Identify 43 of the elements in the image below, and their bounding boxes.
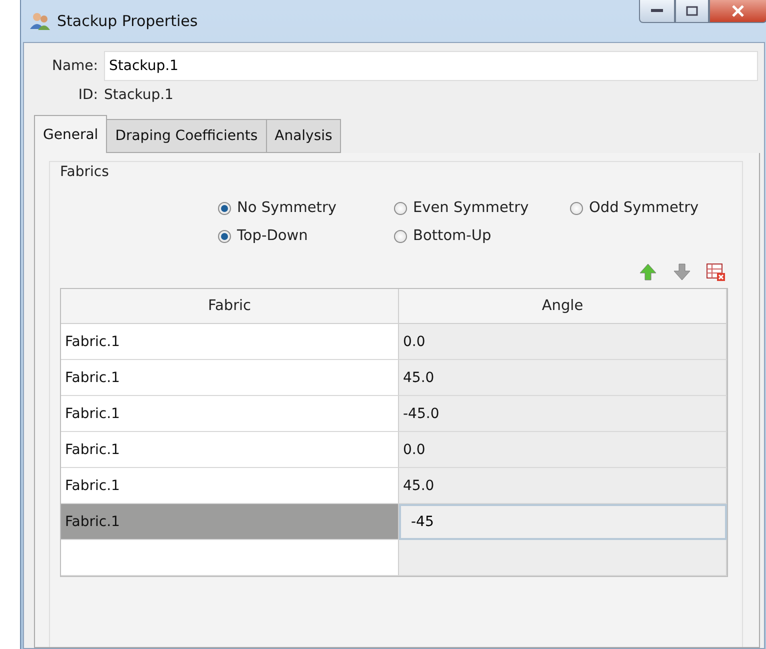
table-cell: 0.0: [399, 432, 727, 468]
down-arrow-icon[interactable]: [672, 262, 692, 282]
minimize-button[interactable]: [639, 0, 675, 23]
table-cell: Fabric.1: [61, 396, 399, 432]
radio-icon[interactable]: [394, 202, 407, 214]
radio-option[interactable]: Top-Down: [218, 228, 394, 244]
minimize-icon: [651, 9, 663, 13]
table-cell: 45.0: [399, 360, 727, 396]
table-cell: -45.0: [399, 396, 727, 432]
radio-option[interactable]: Even Symmetry: [394, 200, 570, 216]
tab[interactable]: Analysis: [266, 119, 342, 153]
table-cell: 0.0: [399, 324, 727, 360]
radio-icon[interactable]: [218, 202, 231, 214]
radio-icon[interactable]: [570, 202, 583, 214]
column-header[interactable]: Fabric: [61, 289, 399, 324]
tab[interactable]: General: [34, 115, 108, 153]
table-cell: 45.0: [399, 468, 727, 504]
radio-option[interactable]: No Symmetry: [218, 200, 394, 216]
delete-row-icon[interactable]: [706, 262, 726, 282]
group-title: Fabrics: [60, 164, 109, 180]
id-label: ID:: [77, 87, 98, 103]
table-cell: Fabric.1: [61, 360, 399, 396]
maximize-icon: [686, 6, 698, 16]
radio-icon[interactable]: [218, 230, 231, 242]
tab[interactable]: Draping Coefficients: [106, 119, 267, 153]
column-header[interactable]: Angle: [399, 289, 727, 324]
table-cell: Fabric.1: [61, 432, 399, 468]
id-value: Stackup.1: [104, 87, 174, 103]
table-cell: Fabric.1: [61, 324, 399, 360]
people-icon: [29, 11, 51, 31]
close-icon: [732, 5, 744, 17]
angle-input[interactable]: -45: [399, 504, 727, 540]
name-label: Name:: [50, 58, 98, 74]
maximize-button[interactable]: [675, 0, 709, 23]
table-cell: Fabric.1: [61, 504, 399, 540]
close-button[interactable]: [709, 0, 766, 23]
window-title: Stackup Properties: [57, 12, 198, 30]
radio-icon[interactable]: [394, 230, 407, 242]
radio-option[interactable]: Odd Symmetry: [570, 200, 728, 216]
radio-option[interactable]: Bottom-Up: [394, 228, 570, 244]
up-arrow-icon[interactable]: [638, 262, 658, 282]
name-field[interactable]: Stackup.1: [104, 51, 758, 81]
table-cell: Fabric.1: [61, 468, 399, 504]
